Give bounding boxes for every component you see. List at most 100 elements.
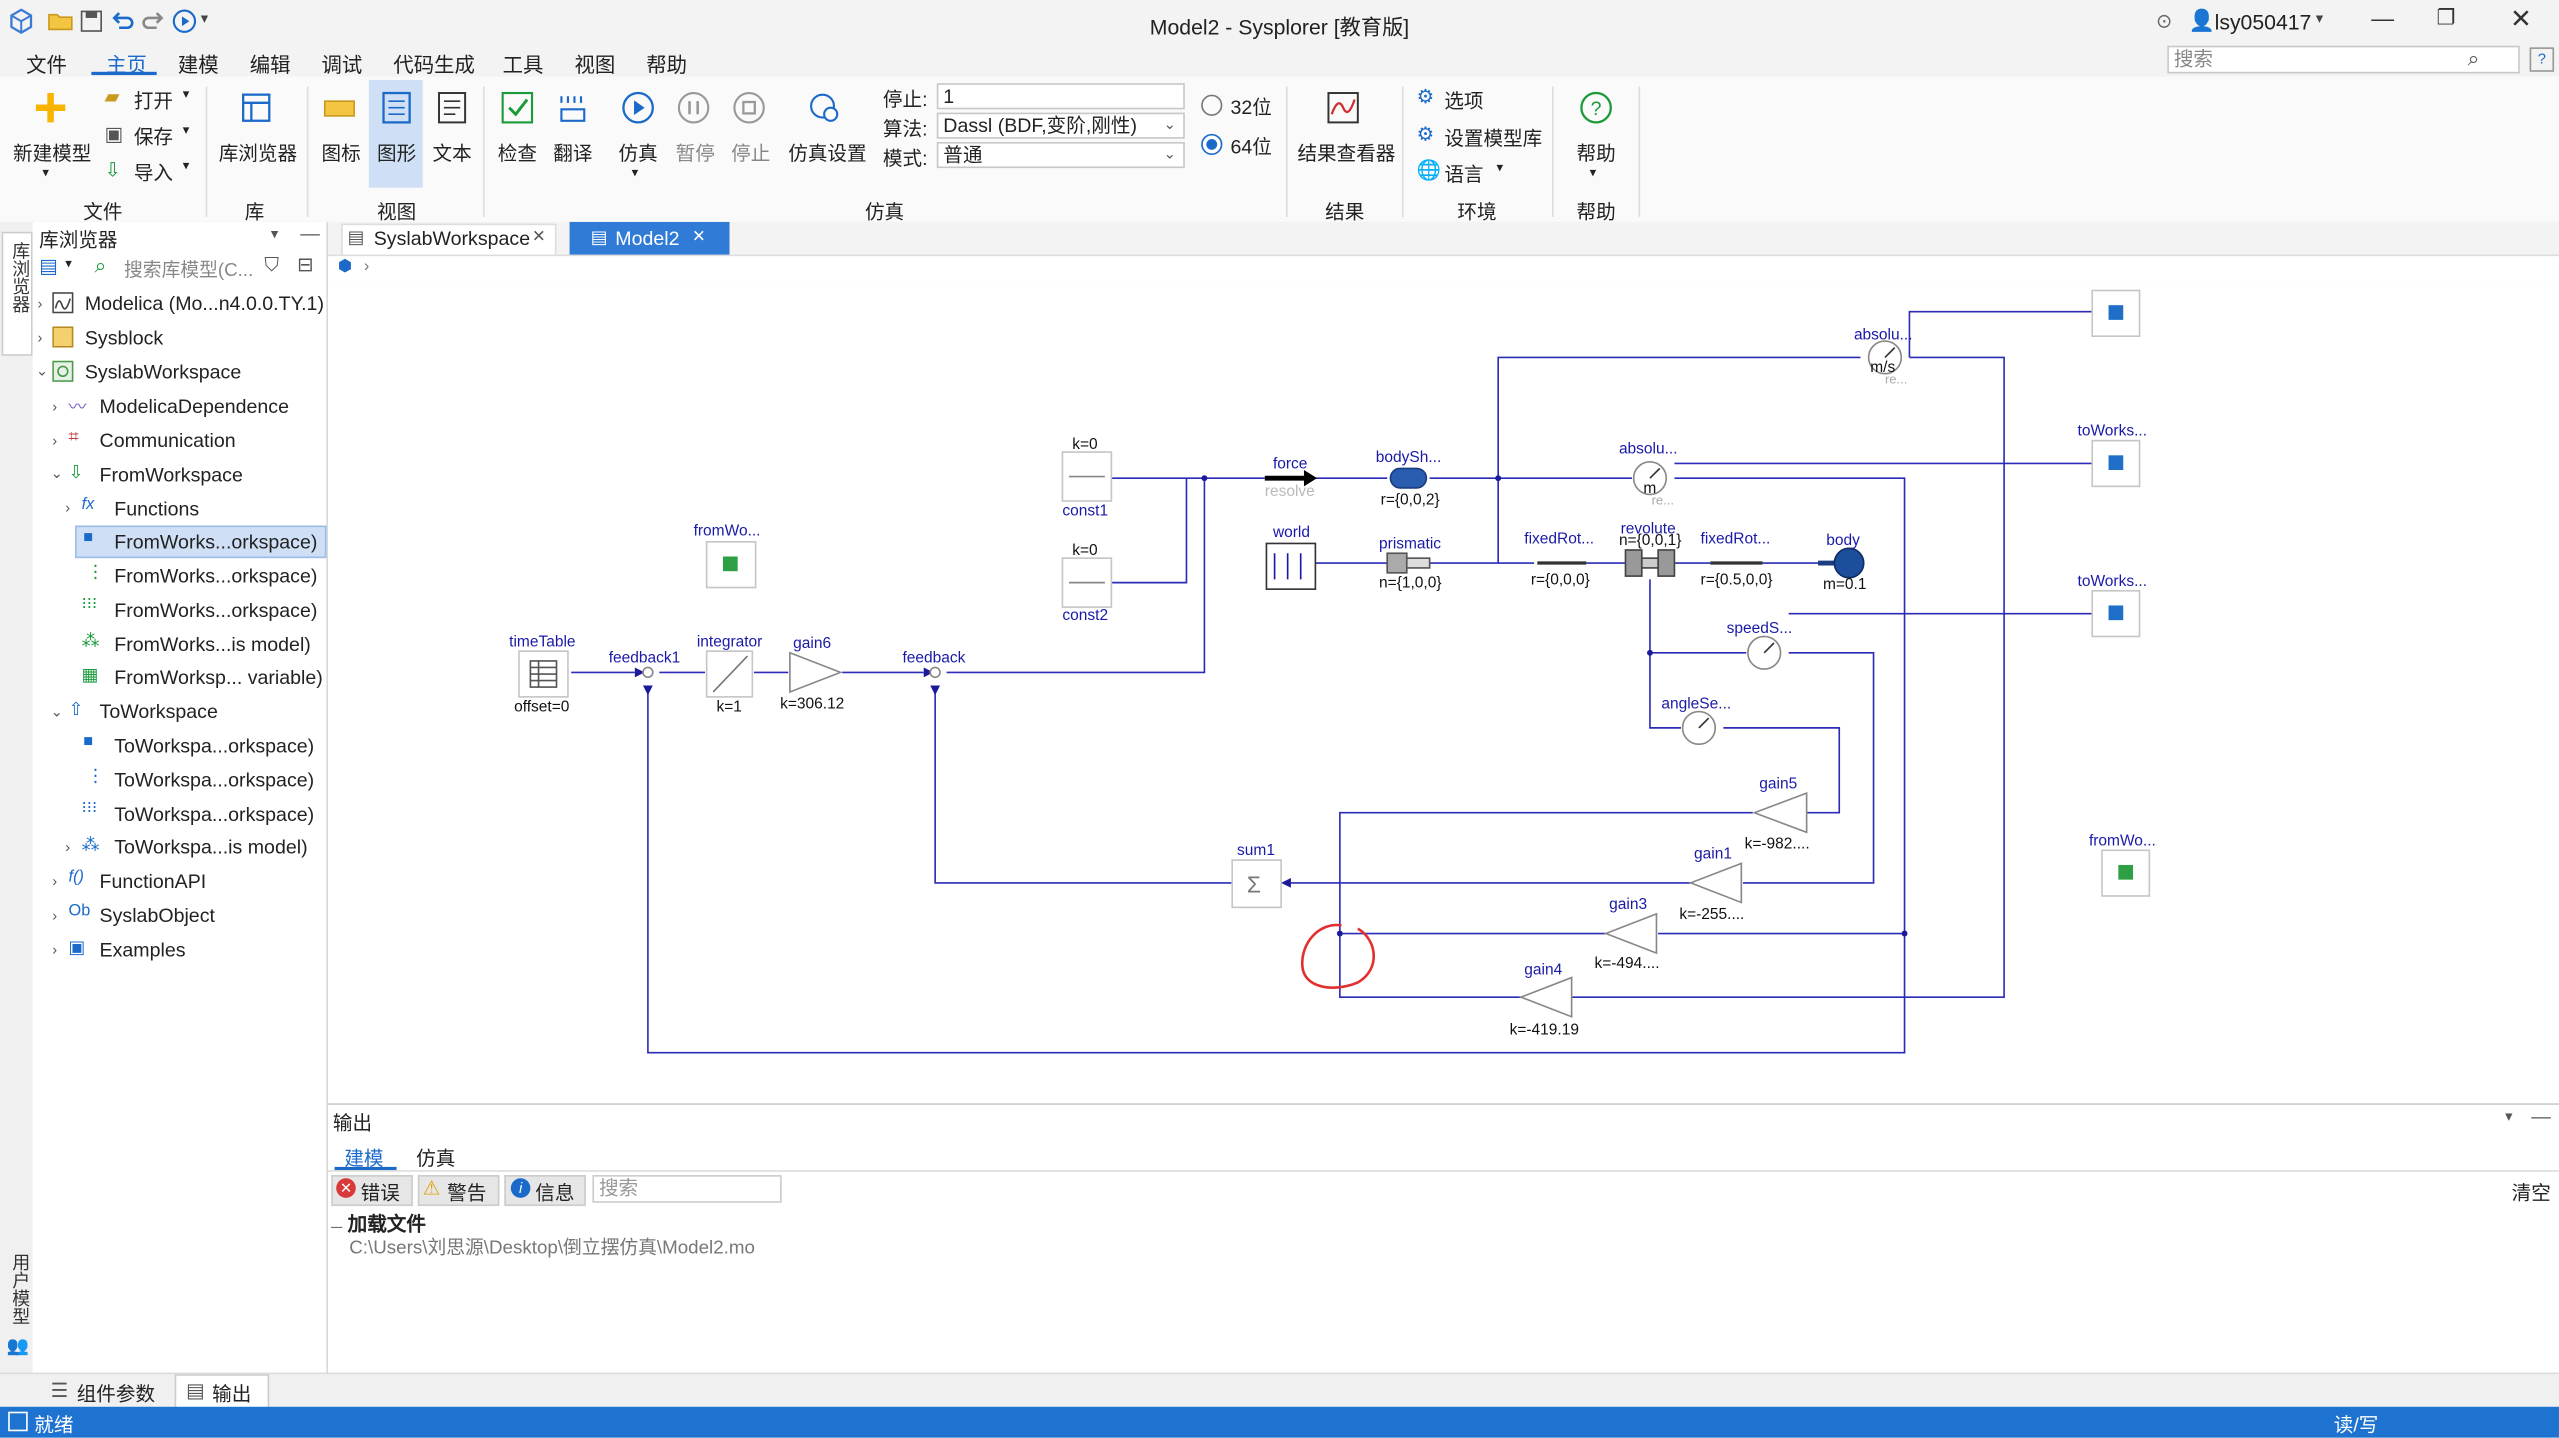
- user-name[interactable]: lsy050417: [2215, 10, 2312, 34]
- chevron-down-icon[interactable]: ▾: [1497, 160, 1504, 175]
- simulate-button[interactable]: 仿真: [619, 139, 658, 167]
- tree-item-fromworks-3[interactable]: FromWorks...orkspace): [114, 599, 317, 622]
- text-view-icon[interactable]: [434, 90, 470, 126]
- new-model-button[interactable]: 新建模型: [13, 139, 91, 167]
- gain4-block[interactable]: [1518, 976, 1573, 1018]
- chevron-down-icon[interactable]: ▾: [2316, 10, 2323, 28]
- angle-sensor[interactable]: [1681, 710, 1717, 746]
- icon-view-icon[interactable]: [323, 96, 356, 122]
- chevron-down-icon[interactable]: ▾: [2505, 1108, 2512, 1126]
- collapse-all-icon[interactable]: ⊟: [297, 253, 313, 276]
- prismatic-block[interactable]: [1386, 552, 1408, 574]
- stop-button[interactable]: 停止: [731, 139, 770, 167]
- menu-codegen[interactable]: 代码生成: [393, 47, 475, 78]
- tree-item-toworks-3[interactable]: ToWorkspa...orkspace): [114, 803, 314, 826]
- tree-item-toworks-1[interactable]: ToWorkspa...orkspace): [114, 734, 314, 757]
- tree-item-communication[interactable]: Communication: [100, 429, 236, 452]
- pause-icon[interactable]: [676, 90, 712, 126]
- update-icon[interactable]: ⊙: [2156, 10, 2172, 33]
- result-viewer-button[interactable]: 结果查看器: [1297, 139, 1395, 167]
- radio-64bit[interactable]: [1201, 133, 1223, 156]
- help-icon[interactable]: ?: [1578, 90, 1614, 126]
- gain6-block[interactable]: [789, 651, 843, 694]
- panel-minimize-icon[interactable]: —: [300, 222, 320, 245]
- tree-item-toworks-4[interactable]: ToWorkspa...is model): [114, 836, 307, 859]
- filter-icon[interactable]: ⛉: [264, 253, 279, 277]
- diagram-canvas[interactable]: timeTable offset=0 feedback1 integrator …: [328, 282, 2559, 1099]
- tree-item-fromworks-2[interactable]: FromWorks...orkspace): [114, 565, 317, 588]
- set-model-lib-button[interactable]: 设置模型库: [1444, 124, 1542, 152]
- chevron-down-icon[interactable]: ⌄: [1164, 116, 1176, 134]
- check-icon[interactable]: [499, 90, 535, 126]
- library-search-input[interactable]: 搜索库模型(C...: [124, 256, 253, 282]
- tree-item-modelica[interactable]: Modelica (Mo...n4.0.0.TY.1): [85, 292, 324, 315]
- gain3-block[interactable]: [1603, 912, 1658, 955]
- collapse-arrow-icon[interactable]: ⌄: [51, 703, 63, 721]
- simulate-icon[interactable]: [620, 90, 656, 126]
- library-browser-icon[interactable]: [238, 90, 274, 126]
- expand-arrow-icon[interactable]: ›: [52, 942, 57, 958]
- expand-arrow-icon[interactable]: ›: [38, 295, 43, 311]
- diagram-view-button[interactable]: 图形: [377, 139, 416, 167]
- menu-tools[interactable]: 工具: [503, 47, 544, 78]
- menu-modeling[interactable]: 建模: [178, 47, 219, 78]
- expand-arrow-icon[interactable]: ›: [38, 330, 43, 346]
- collapse-arrow-icon[interactable]: ⌄: [36, 362, 48, 380]
- output-search-input[interactable]: 搜索: [592, 1175, 782, 1203]
- tree-item-fromworks-5[interactable]: FromWorksp... variable): [114, 666, 323, 689]
- close-tab-icon[interactable]: ✕: [532, 228, 546, 246]
- tree-item-toworks-2[interactable]: ToWorkspa...orkspace): [114, 769, 314, 792]
- result-viewer-icon[interactable]: [1325, 90, 1361, 126]
- sim-settings-button[interactable]: 仿真设置: [788, 139, 866, 167]
- expand-arrow-icon[interactable]: ›: [65, 499, 70, 515]
- model-diagram[interactable]: timeTable offset=0 feedback1 integrator …: [328, 282, 2559, 1098]
- menu-view[interactable]: 视图: [574, 47, 615, 78]
- tree-item-syslab-workspace[interactable]: SyslabWorkspace: [85, 361, 241, 384]
- gain5-block[interactable]: [1752, 791, 1808, 834]
- chevron-down-icon[interactable]: ▾: [632, 165, 639, 180]
- check-button[interactable]: 检查: [498, 139, 537, 167]
- chevron-down-icon[interactable]: ▾: [271, 225, 278, 243]
- tree-item-examples[interactable]: Examples: [100, 938, 186, 961]
- stop-icon[interactable]: [731, 90, 767, 126]
- chevron-down-icon[interactable]: ▾: [65, 256, 72, 271]
- new-model-icon[interactable]: [33, 90, 69, 126]
- chevron-down-icon[interactable]: ▾: [42, 165, 49, 180]
- tab-component-params[interactable]: 组件参数: [77, 1379, 155, 1407]
- icon-view-button[interactable]: 图标: [322, 139, 361, 167]
- diagram-view-icon[interactable]: [379, 90, 415, 126]
- tree-item-from-workspace[interactable]: FromWorkspace: [100, 463, 243, 486]
- algorithm-select[interactable]: Dassl (BDF,变阶,刚性): [936, 112, 1185, 139]
- tree-item-function-api[interactable]: FunctionAPI: [100, 870, 207, 893]
- feedback1-block[interactable]: [642, 666, 654, 679]
- menu-help[interactable]: 帮助: [646, 47, 687, 78]
- help-button[interactable]: 帮助: [1577, 139, 1616, 167]
- help-small-icon[interactable]: ?: [2529, 47, 2555, 72]
- chevron-down-icon[interactable]: ▾: [1590, 165, 1597, 180]
- revolute-block[interactable]: [1624, 549, 1643, 577]
- chevron-down-icon[interactable]: ⌄: [1164, 145, 1176, 163]
- chevron-down-icon[interactable]: ▾: [183, 158, 190, 173]
- model-root-icon[interactable]: ⬢: [338, 258, 352, 276]
- menu-debug[interactable]: 调试: [322, 47, 363, 78]
- feedback-block[interactable]: [929, 666, 941, 679]
- text-view-button[interactable]: 文本: [432, 139, 471, 167]
- library-browser-button[interactable]: 库浏览器: [219, 139, 297, 167]
- pause-button[interactable]: 暂停: [676, 139, 715, 167]
- sim-settings-icon[interactable]: [806, 90, 842, 126]
- tree-item-sysblock[interactable]: Sysblock: [85, 326, 163, 349]
- menu-file[interactable]: 文件: [26, 47, 67, 78]
- side-tab-user-model-label[interactable]: 用户模型: [7, 1253, 33, 1325]
- translate-button[interactable]: 翻译: [553, 139, 592, 167]
- log-expand-icon[interactable]: _: [331, 1208, 342, 1231]
- import-button[interactable]: 导入: [134, 158, 173, 186]
- save-button[interactable]: 保存: [134, 122, 173, 150]
- output-tab-simulation[interactable]: 仿真: [416, 1144, 455, 1172]
- tree-item-syslab-object[interactable]: SyslabObject: [100, 904, 215, 927]
- expand-arrow-icon[interactable]: ›: [52, 907, 57, 923]
- open-button[interactable]: 打开: [134, 86, 173, 114]
- chevron-down-icon[interactable]: ▾: [183, 86, 190, 101]
- search-icon[interactable]: ⌕: [2468, 46, 2480, 72]
- mode-select[interactable]: 普通: [936, 141, 1185, 169]
- expand-arrow-icon[interactable]: ›: [52, 873, 57, 889]
